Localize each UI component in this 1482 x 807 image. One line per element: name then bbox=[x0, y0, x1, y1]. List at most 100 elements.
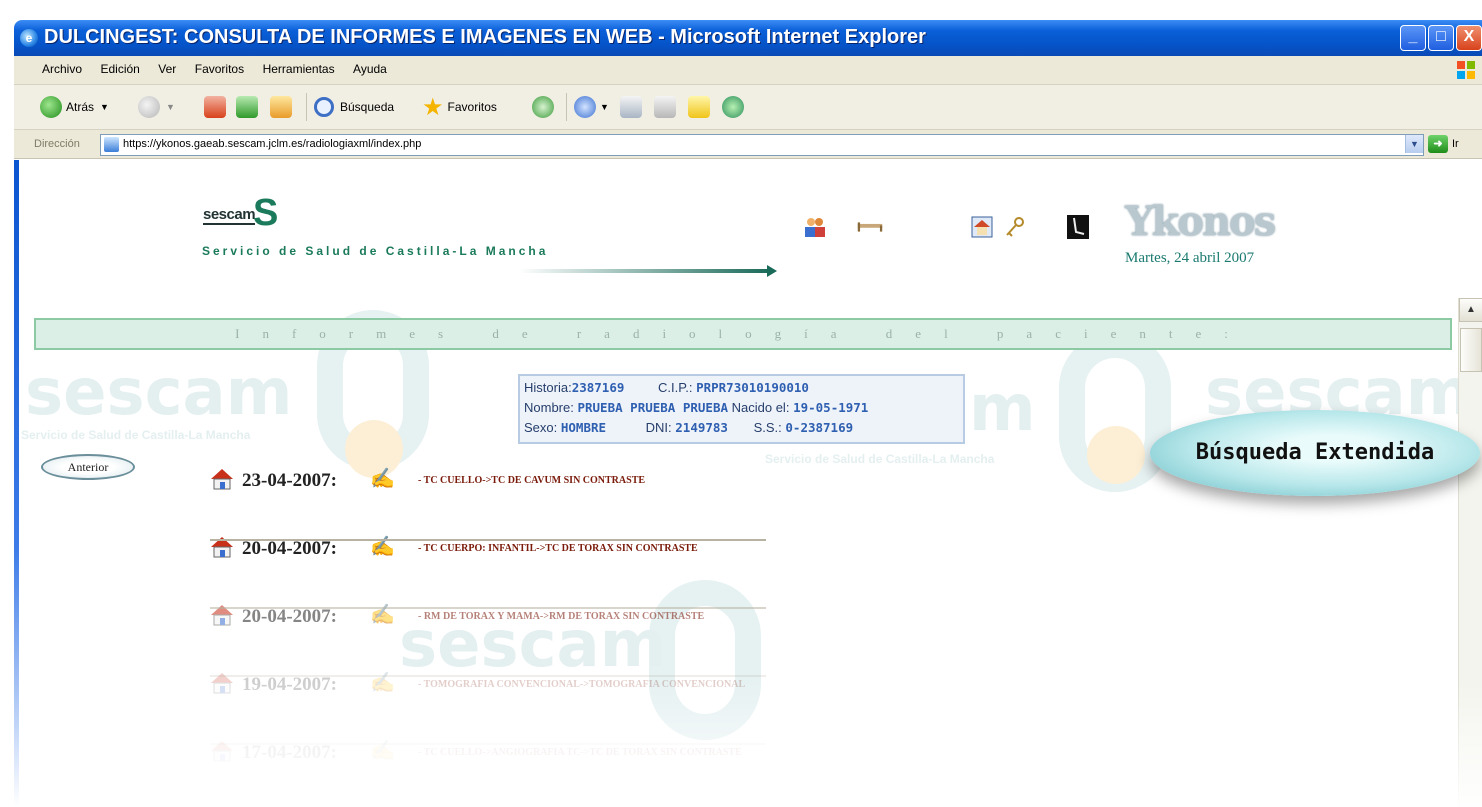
messenger-icon bbox=[722, 96, 744, 118]
watermark-sub-middle: Servicio de Salud de Castilla-La Mancha bbox=[765, 452, 995, 466]
edit-button[interactable] bbox=[654, 94, 676, 120]
windows-logo-icon bbox=[1457, 61, 1475, 79]
search-button[interactable]: Búsqueda bbox=[314, 94, 394, 120]
sescam-logo: sescam S bbox=[203, 192, 278, 234]
stop-icon bbox=[204, 96, 226, 118]
vertical-scrollbar[interactable]: ▲ bbox=[1458, 298, 1482, 807]
menu-bar: Archivo Edición Ver Favoritos Herramient… bbox=[14, 56, 1482, 85]
stop-button[interactable] bbox=[204, 94, 226, 120]
report-description[interactable]: - TC CUELLO->TC DE CAVUM SIN CONTRASTE bbox=[418, 475, 645, 486]
back-button[interactable]: Atrás ▼ bbox=[40, 94, 109, 120]
header-arrow-head bbox=[767, 265, 777, 277]
org-name: Servicio de Salud de Castilla-La Mancha bbox=[202, 244, 549, 258]
report-date: 20-04-2007: bbox=[242, 606, 337, 627]
report-row[interactable]: 23-04-2007: ✍ - TC CUELLO->TC DE CAVUM SIN… bbox=[210, 467, 770, 497]
edit-icon bbox=[654, 96, 676, 118]
forward-dropdown-icon: ▼ bbox=[166, 102, 175, 112]
forward-button[interactable]: ▼ bbox=[138, 94, 175, 120]
nombre-value: PRUEBA PRUEBA PRUEBA bbox=[577, 400, 728, 415]
address-label: Dirección bbox=[34, 138, 80, 150]
mail-icon bbox=[574, 96, 596, 118]
menu-ayuda[interactable]: Ayuda bbox=[353, 62, 387, 76]
menu-edicion[interactable]: Edición bbox=[100, 62, 139, 76]
report-description[interactable]: - TOMOGRAFIA CONVENCIONAL->TOMOGRAFIA CO… bbox=[418, 679, 745, 690]
note-icon bbox=[688, 96, 710, 118]
ie-logo-icon: e bbox=[20, 29, 38, 47]
refresh-button[interactable] bbox=[236, 94, 258, 120]
address-dropdown-icon[interactable]: ▼ bbox=[1405, 135, 1423, 153]
report-date: 23-04-2007: bbox=[242, 470, 337, 491]
sescam-logo-word: sescam bbox=[203, 206, 256, 225]
home-button[interactable] bbox=[270, 94, 292, 120]
maximize-button[interactable]: □ bbox=[1428, 25, 1454, 51]
mail-dropdown-icon: ▼ bbox=[600, 102, 609, 112]
menu-archivo[interactable]: Archivo bbox=[42, 62, 82, 76]
cip-value: PRPR73010190010 bbox=[696, 380, 809, 395]
sexo-label: Sexo: bbox=[524, 420, 558, 435]
search-label: Búsqueda bbox=[340, 100, 395, 114]
history-button[interactable] bbox=[532, 94, 554, 120]
report-divider bbox=[210, 743, 766, 745]
messenger-button[interactable] bbox=[722, 94, 744, 120]
back-arrow-icon bbox=[40, 96, 62, 118]
report-description[interactable]: - TC CUELLO->ANGIOGRAFIA TC->TC DE TORAX… bbox=[418, 747, 742, 758]
discuss-button[interactable] bbox=[688, 94, 710, 120]
home-page-icon[interactable] bbox=[969, 214, 995, 240]
report-house-icon[interactable] bbox=[210, 467, 234, 491]
toolbar: Atrás ▼ ▼ Búsqueda ★ Favoritos ▼ bbox=[14, 85, 1482, 130]
home-icon bbox=[270, 96, 292, 118]
page-content: sescam Servicio de Salud de Castilla-La … bbox=[19, 160, 1482, 807]
mail-button[interactable]: ▼ bbox=[574, 94, 609, 120]
back-dropdown-icon: ▼ bbox=[100, 102, 109, 112]
menu-favoritos[interactable]: Favoritos bbox=[195, 62, 244, 76]
forward-arrow-icon bbox=[138, 96, 160, 118]
report-description[interactable]: - TC CUERPO: INFANTIL->TC DE TORAX SIN C… bbox=[418, 543, 698, 554]
close-button[interactable]: X bbox=[1456, 25, 1482, 51]
current-date: Martes, 24 abril 2007 bbox=[1125, 250, 1255, 266]
xray-icon[interactable] bbox=[1065, 214, 1091, 240]
bed-icon[interactable] bbox=[857, 214, 883, 240]
cip-label: C.I.P.: bbox=[658, 380, 693, 395]
sexo-value: HOMBRE bbox=[560, 420, 607, 435]
watermark-sescam-left: sescam bbox=[25, 356, 293, 430]
window-title: DULCINGEST: CONSULTA DE INFORMES E IMAGE… bbox=[44, 26, 926, 48]
favorites-button[interactable]: ★ Favoritos bbox=[422, 94, 497, 121]
report-pen-icon[interactable]: ✍ bbox=[370, 670, 395, 695]
go-label[interactable]: Ir bbox=[1452, 138, 1459, 150]
print-button[interactable] bbox=[620, 94, 642, 120]
ykonos-logo: Ykonos bbox=[1125, 198, 1276, 245]
search-icon bbox=[314, 97, 334, 117]
busqueda-extendida-button[interactable]: Búsqueda Extendida bbox=[1150, 410, 1480, 496]
historia-value: 2387169 bbox=[571, 380, 625, 395]
scroll-up-icon[interactable]: ▲ bbox=[1459, 298, 1482, 322]
page-icon bbox=[104, 137, 119, 152]
scroll-thumb[interactable] bbox=[1460, 328, 1482, 372]
ss-label: S.S.: bbox=[753, 420, 782, 435]
report-pen-icon[interactable]: ✍ bbox=[370, 738, 395, 763]
report-description[interactable]: - RM DE TORAX Y MAMA->RM DE TORAX SIN CO… bbox=[418, 611, 704, 622]
anterior-button[interactable]: Anterior bbox=[41, 454, 135, 480]
back-label: Atrás bbox=[66, 100, 95, 114]
title-bar: e DULCINGEST: CONSULTA DE INFORMES E IMA… bbox=[14, 20, 1482, 56]
go-arrow-icon[interactable]: ➜ bbox=[1428, 135, 1448, 153]
minimize-button[interactable]: _ bbox=[1400, 25, 1426, 51]
ie-window: e DULCINGEST: CONSULTA DE INFORMES E IMA… bbox=[0, 0, 1482, 807]
print-icon bbox=[620, 96, 642, 118]
report-pen-icon[interactable]: ✍ bbox=[370, 534, 395, 559]
dni-label: DNI: bbox=[645, 420, 672, 435]
ss-value: 0-2387169 bbox=[785, 420, 854, 435]
menu-ver[interactable]: Ver bbox=[158, 62, 176, 76]
header-arrow-line bbox=[519, 269, 769, 273]
history-icon bbox=[532, 96, 554, 118]
watermark-sub-left: Servicio de Salud de Castilla-La Mancha bbox=[21, 428, 251, 442]
refresh-icon bbox=[236, 96, 258, 118]
menu-herramientas[interactable]: Herramientas bbox=[263, 62, 335, 76]
report-divider bbox=[210, 675, 766, 677]
dni-value: 2149783 bbox=[675, 420, 728, 435]
users-icon[interactable] bbox=[802, 214, 828, 240]
nombre-label: Nombre: bbox=[524, 400, 574, 415]
address-input[interactable]: https://ykonos.gaeab.sescam.jclm.es/radi… bbox=[100, 134, 1424, 156]
key-icon[interactable] bbox=[1002, 214, 1028, 240]
report-pen-icon[interactable]: ✍ bbox=[370, 466, 395, 491]
report-pen-icon[interactable]: ✍ bbox=[370, 602, 395, 627]
